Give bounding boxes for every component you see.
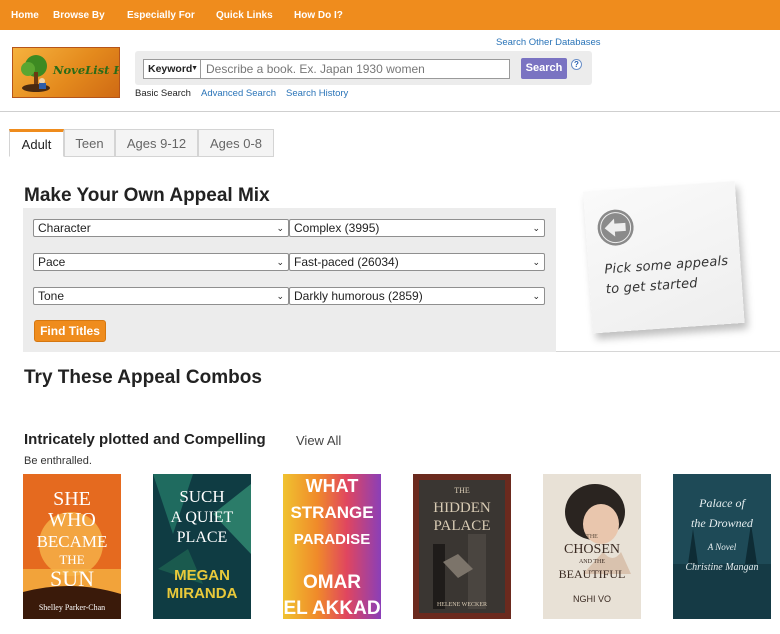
- cover-title-line: BECAME: [37, 532, 108, 551]
- combo-section-title: Intricately plotted and Compelling: [24, 431, 266, 448]
- chevron-down-icon: ⌄: [532, 291, 540, 301]
- cover-title-line: Palace of: [698, 496, 746, 510]
- select-value: Complex (3995): [294, 221, 380, 235]
- arrow-left-circle-icon: [597, 209, 634, 246]
- cover-title-line: SHE: [53, 488, 91, 510]
- cover-title-line: AND THE: [579, 559, 605, 565]
- novelist-plus-logo[interactable]: NoveList Plus: [12, 47, 120, 98]
- book-cover-art: Palace of the Drowned A Novel Christine …: [673, 474, 771, 619]
- header-divider: [0, 111, 780, 112]
- cover-title-line: SUCH: [179, 487, 224, 506]
- sticky-note: Pick some appeals to get started: [583, 181, 753, 340]
- search-history-link[interactable]: Search History: [286, 88, 348, 99]
- cover-author: NGHI VO: [573, 594, 611, 604]
- appeal-mix-title: Make Your Own Appeal Mix: [24, 185, 270, 206]
- cover-author: HELENE WECKER: [437, 602, 487, 608]
- search-field-label: Keyword: [148, 63, 193, 75]
- book-cover-she-who-became-the-sun[interactable]: SHE WHO BECAME THE SUN Shelley Parker-Ch…: [23, 474, 121, 619]
- book-cover-what-strange-paradise[interactable]: WHAT STRANGE PARADISE OMAR EL AKKAD: [283, 474, 381, 619]
- tab-teen[interactable]: Teen: [64, 129, 115, 157]
- book-cover-the-chosen-and-the-beautiful[interactable]: THE CHOSEN AND THE BEAUTIFUL NGHI VO: [543, 474, 641, 619]
- book-cover-the-hidden-palace[interactable]: THE HIDDEN PALACE HELENE WECKER: [413, 474, 511, 619]
- book-cover-art: SHE WHO BECAME THE SUN Shelley Parker-Ch…: [23, 474, 121, 619]
- reading-tree-icon: [21, 55, 50, 92]
- cover-author-line: OMAR: [303, 572, 361, 593]
- book-cover-palace-of-the-drowned[interactable]: Palace of the Drowned A Novel Christine …: [673, 474, 771, 619]
- cover-title-line: PALACE: [434, 518, 491, 534]
- chevron-down-icon: ⌄: [276, 257, 284, 267]
- tab-ages-9-12[interactable]: Ages 9-12: [115, 129, 198, 157]
- help-icon[interactable]: ?: [571, 59, 582, 70]
- nav-quick-links[interactable]: Quick Links: [216, 0, 273, 30]
- cover-title-line: WHO: [48, 509, 96, 531]
- cover-subtitle: A Novel: [707, 542, 737, 552]
- cover-author-line: MIRANDA: [167, 585, 238, 602]
- appeal-value-select-1[interactable]: Complex (3995) ⌄: [289, 219, 545, 237]
- cover-title-line: A QUIET: [171, 509, 234, 526]
- book-cover-art: SUCH A QUIET PLACE MEGAN MIRANDA: [153, 474, 251, 619]
- cover-title-line: HIDDEN: [433, 500, 491, 516]
- select-value: Character: [38, 221, 91, 235]
- cover-title-line: SUN: [50, 566, 94, 591]
- logo-text: NoveList Plus: [53, 63, 119, 77]
- select-value: Tone: [38, 289, 65, 303]
- cover-author: Shelley Parker-Chan: [39, 603, 105, 612]
- view-all-link[interactable]: View All: [296, 433, 341, 448]
- book-cover-art: THE CHOSEN AND THE BEAUTIFUL NGHI VO: [543, 474, 641, 619]
- cover-title-line: THE: [59, 552, 84, 567]
- section-divider: [556, 351, 780, 352]
- search-input[interactable]: [200, 59, 510, 79]
- appeal-combos-title: Try These Appeal Combos: [24, 367, 262, 388]
- chevron-down-icon: ⌄: [276, 291, 284, 301]
- book-cover-such-a-quiet-place[interactable]: SUCH A QUIET PLACE MEGAN MIRANDA: [153, 474, 251, 619]
- sticky-note-paper: Pick some appeals to get started: [583, 181, 745, 334]
- cover-author: Christine Mangan: [685, 562, 758, 573]
- cover-title-line: STRANGE: [290, 503, 373, 522]
- basic-search-link[interactable]: Basic Search: [135, 88, 191, 99]
- tab-ages-0-8[interactable]: Ages 0-8: [198, 129, 274, 157]
- cover-title-line: the Drowned: [691, 516, 754, 530]
- appeal-value-select-2[interactable]: Fast-paced (26034) ⌄: [289, 253, 545, 271]
- select-value: Fast-paced (26034): [294, 255, 399, 269]
- appeal-category-select-3[interactable]: Tone ⌄: [33, 287, 289, 305]
- combo-description: Be enthralled.: [24, 455, 92, 467]
- search-field-select[interactable]: Keyword ▼: [143, 59, 200, 79]
- chevron-down-icon: ▼: [191, 65, 198, 72]
- cover-title-line: PLACE: [177, 529, 228, 546]
- appeal-category-select-2[interactable]: Pace ⌄: [33, 253, 289, 271]
- book-cover-art: THE HIDDEN PALACE HELENE WECKER: [413, 474, 511, 619]
- appeal-category-select-1[interactable]: Character ⌄: [33, 219, 289, 237]
- cover-title-line: THE: [586, 534, 598, 540]
- top-nav-bar: Home Browse By Especially For Quick Link…: [0, 0, 780, 30]
- cover-title-line: PARADISE: [294, 531, 370, 548]
- cover-title-line: BEAUTIFUL: [559, 567, 626, 581]
- chevron-down-icon: ⌄: [276, 223, 284, 233]
- search-other-databases-link[interactable]: Search Other Databases: [496, 37, 601, 48]
- chevron-down-icon: ⌄: [532, 257, 540, 267]
- cover-title-line: CHOSEN: [564, 542, 620, 557]
- tab-adult[interactable]: Adult: [9, 129, 64, 157]
- appeal-value-select-3[interactable]: Darkly humorous (2859) ⌄: [289, 287, 545, 305]
- book-cover-art: WHAT STRANGE PARADISE OMAR EL AKKAD: [283, 474, 381, 619]
- select-value: Pace: [38, 255, 66, 269]
- search-button[interactable]: Search: [521, 58, 567, 79]
- cover-title-line: THE: [454, 486, 470, 495]
- select-value: Darkly humorous (2859): [294, 289, 423, 303]
- cover-author-line: EL AKKAD: [283, 598, 380, 619]
- nav-how-do-i[interactable]: How Do I?: [294, 0, 343, 30]
- cover-title-line: WHAT: [306, 476, 359, 496]
- nav-especially-for[interactable]: Especially For: [127, 0, 195, 30]
- sticky-note-text: Pick some appeals to get started: [604, 252, 730, 301]
- chevron-down-icon: ⌄: [532, 223, 540, 233]
- cover-author-line: MEGAN: [174, 567, 230, 584]
- nav-browse-by[interactable]: Browse By: [53, 0, 105, 30]
- find-titles-button[interactable]: Find Titles: [34, 320, 106, 342]
- nav-home[interactable]: Home: [11, 0, 39, 30]
- advanced-search-link[interactable]: Advanced Search: [201, 88, 276, 99]
